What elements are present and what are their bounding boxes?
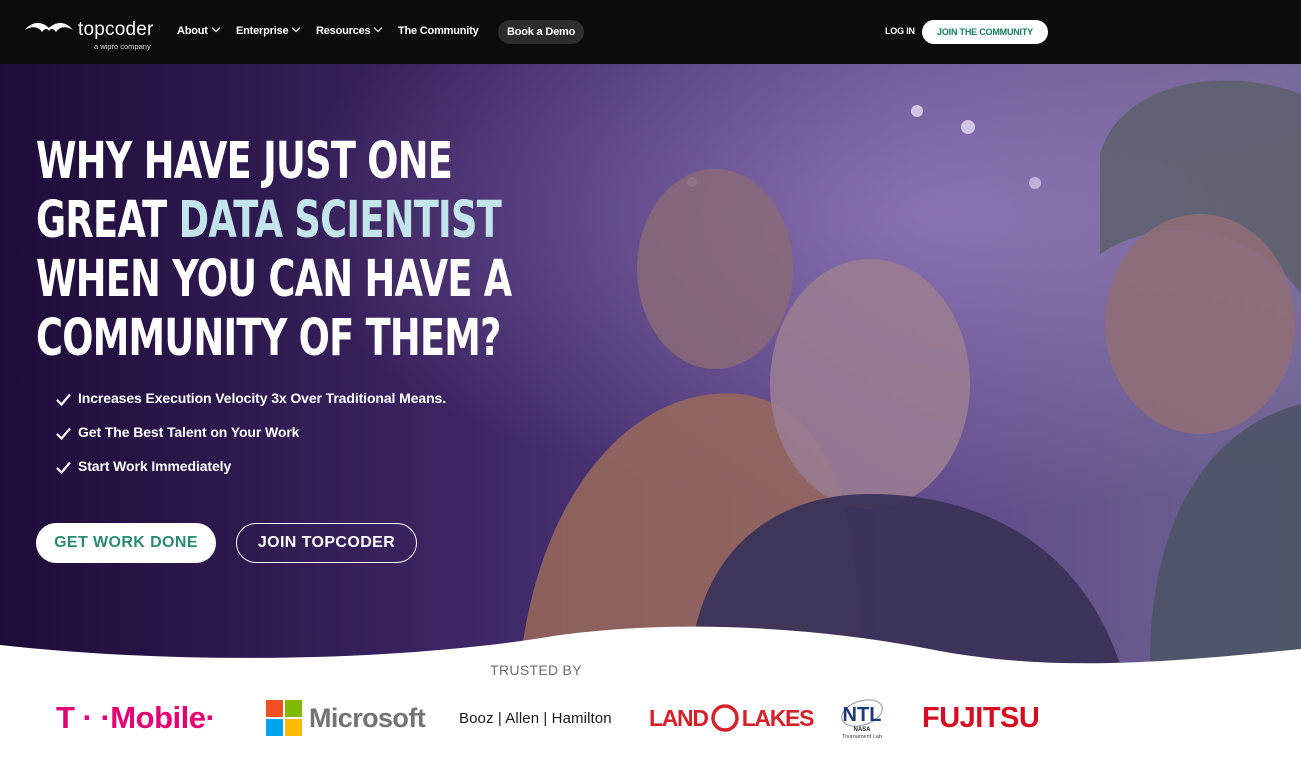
checkmark-icon xyxy=(56,461,71,475)
headline-line-1: WHY HAVE JUST ONE xyxy=(36,132,453,191)
nasa-tournament-lab-logo: NTL NASA Tournament Lab xyxy=(832,688,892,748)
nav-resources-label: Resources xyxy=(316,25,371,37)
logo-wordmark: topcoder xyxy=(78,19,154,40)
land-o-lakes-ring-icon xyxy=(710,704,739,732)
microsoft-logo: Microsoft xyxy=(266,688,426,748)
topcoder-wing-icon xyxy=(25,22,73,32)
headline-line-4: COMMUNITY OF THEM? xyxy=(36,309,501,368)
tmobile-logo: T · ·Mobile· xyxy=(56,700,216,735)
join-topcoder-button[interactable]: JOIN TOPCODER xyxy=(236,523,417,563)
land-o-lakes-right: LAKES xyxy=(741,704,815,731)
hero-section: WHY HAVE JUST ONE GREAT DATA SCIENTIST W… xyxy=(0,64,1301,664)
trusted-by-heading: TRUSTED BY xyxy=(490,662,582,678)
nav-about[interactable]: About xyxy=(177,23,221,37)
microsoft-wordmark: Microsoft xyxy=(309,702,426,733)
logo-subtitle: a wipro company xyxy=(94,42,151,51)
checkmark-icon xyxy=(56,427,71,441)
fujitsu-logo: FUJITSU xyxy=(922,701,1040,734)
nav-the-community[interactable]: The Community xyxy=(398,25,479,37)
headline-line-3: WHEN YOU CAN HAVE A xyxy=(36,250,512,309)
login-link[interactable]: LOG IN xyxy=(885,26,915,36)
benefit-item: Start Work Immediately xyxy=(56,458,446,492)
ntl-sub-text: Tournament Lab xyxy=(842,734,882,740)
microsoft-squares-icon xyxy=(266,700,302,736)
nav-enterprise[interactable]: Enterprise xyxy=(236,23,301,37)
benefit-item: Increases Execution Velocity 3x Over Tra… xyxy=(56,390,446,424)
top-navbar: topcoder a wipro company About Enterpris… xyxy=(0,0,1301,64)
benefit-text: Get The Best Talent on Your Work xyxy=(78,424,300,440)
chevron-down-icon xyxy=(211,23,221,33)
benefit-item: Get The Best Talent on Your Work xyxy=(56,424,446,458)
hero-headline: WHY HAVE JUST ONE GREAT DATA SCIENTIST W… xyxy=(36,132,512,368)
hero-wave-divider xyxy=(0,626,1301,675)
nav-about-label: About xyxy=(177,25,208,37)
booz-allen-hamilton-logo: Booz | Allen | Hamilton xyxy=(459,709,612,727)
get-work-done-button[interactable]: GET WORK DONE xyxy=(36,523,216,563)
ntl-mark-text: NTL xyxy=(843,704,882,726)
book-demo-button[interactable]: Book a Demo xyxy=(498,20,585,44)
nav-enterprise-label: Enterprise xyxy=(236,25,289,37)
headline-line-2: GREAT xyxy=(36,191,179,250)
nav-community-label: The Community xyxy=(398,25,479,37)
chevron-down-icon xyxy=(374,23,383,33)
checkmark-icon xyxy=(56,393,71,407)
benefits-list: Increases Execution Velocity 3x Over Tra… xyxy=(56,390,446,492)
nasa-tournament-lab-icon: NTL NASA Tournament Lab xyxy=(841,699,883,740)
nav-resources[interactable]: Resources xyxy=(316,23,383,37)
topcoder-logo[interactable]: topcoder a wipro company xyxy=(24,18,164,54)
land-o-lakes-left: LAND xyxy=(649,704,709,731)
benefit-text: Increases Execution Velocity 3x Over Tra… xyxy=(78,390,446,406)
land-o-lakes-logo: LAND LAKES xyxy=(649,688,815,748)
join-community-button[interactable]: JOIN THE COMMUNITY xyxy=(922,20,1048,44)
chevron-down-icon xyxy=(292,23,301,33)
headline-highlight: DATA SCIENTIST xyxy=(178,191,502,250)
ntl-nasa-text: NASA xyxy=(853,727,871,733)
benefit-text: Start Work Immediately xyxy=(78,458,232,474)
